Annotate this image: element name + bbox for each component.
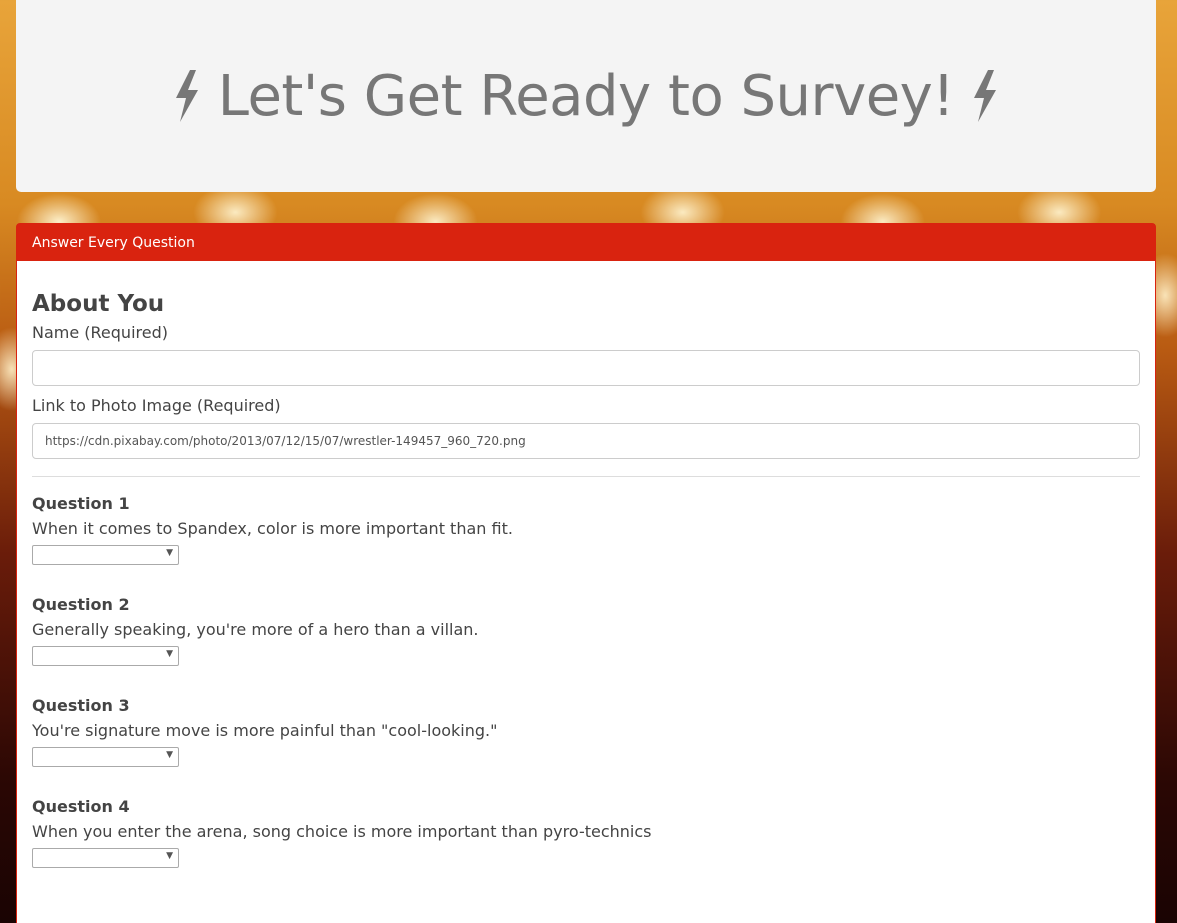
question-1-select[interactable]: ▼ <box>32 545 179 565</box>
question-title: Question 3 <box>32 696 130 715</box>
question-text: When it comes to Spandex, color is more … <box>32 519 513 538</box>
question-title: Question 1 <box>32 494 130 513</box>
chevron-down-icon: ▼ <box>166 851 173 861</box>
divider <box>32 476 1140 477</box>
name-input[interactable] <box>32 350 1140 386</box>
section-title-about: About You <box>32 291 165 317</box>
chevron-down-icon: ▼ <box>166 548 173 558</box>
panel-body: About You Name (Required) Link to Photo … <box>17 291 1155 868</box>
question-2: Question 2 Generally speaking, you're mo… <box>32 595 1140 666</box>
page-title: Let's Get Ready to Survey! <box>170 64 1003 129</box>
question-text: You're signature move is more painful th… <box>32 721 498 740</box>
question-4-select[interactable]: ▼ <box>32 848 179 868</box>
bolt-icon <box>974 70 997 122</box>
header-card: Let's Get Ready to Survey! <box>16 0 1156 192</box>
bolt-icon <box>175 70 198 122</box>
survey-panel: Answer Every Question About You Name (Re… <box>16 223 1156 923</box>
question-text: When you enter the arena, song choice is… <box>32 822 652 841</box>
photo-label: Link to Photo Image (Required) <box>32 396 281 415</box>
question-3-select[interactable]: ▼ <box>32 747 179 767</box>
question-4: Question 4 When you enter the arena, son… <box>32 797 1140 868</box>
question-3: Question 3 You're signature move is more… <box>32 696 1140 767</box>
question-title: Question 2 <box>32 595 130 614</box>
question-title: Question 4 <box>32 797 130 816</box>
photo-link-input[interactable] <box>32 423 1140 459</box>
page-title-text: Let's Get Ready to Survey! <box>217 63 955 129</box>
chevron-down-icon: ▼ <box>166 750 173 760</box>
question-text: Generally speaking, you're more of a her… <box>32 620 479 639</box>
question-1: Question 1 When it comes to Spandex, col… <box>32 494 1140 565</box>
panel-heading: Answer Every Question <box>17 224 1155 261</box>
name-label: Name (Required) <box>32 323 168 342</box>
question-2-select[interactable]: ▼ <box>32 646 179 666</box>
chevron-down-icon: ▼ <box>166 649 173 659</box>
